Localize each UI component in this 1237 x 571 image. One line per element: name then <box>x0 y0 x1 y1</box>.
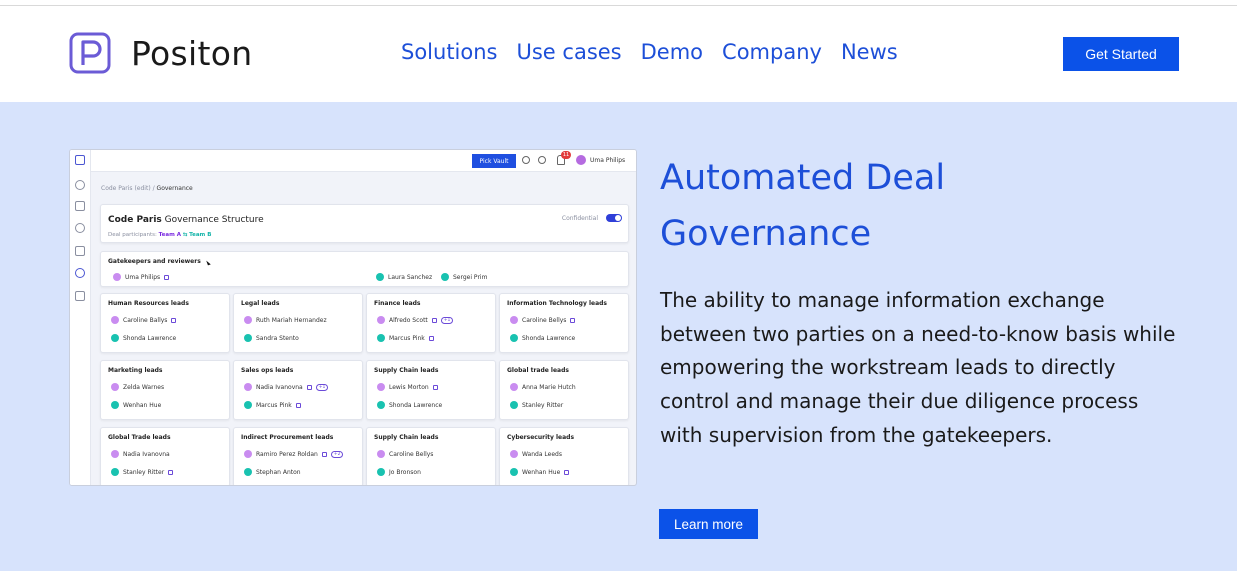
user-name: Uma Philips <box>590 157 626 164</box>
avatar <box>576 155 586 165</box>
list-item: Shonda Lawrence <box>111 334 176 342</box>
list-item: Marcus Pink <box>377 334 434 342</box>
list-item: Anna Marie Hutch <box>510 383 576 391</box>
lead-group-title: Global Trade leads <box>108 434 171 441</box>
confidential-label: Confidential <box>561 215 598 222</box>
participants: Deal participants: Team A ⇆ Team B <box>108 232 212 238</box>
confidential-toggle <box>606 214 622 222</box>
brand-name[interactable]: Positon <box>131 34 252 73</box>
shield-icon <box>75 223 85 233</box>
breadcrumb-current: Governance <box>156 185 193 192</box>
hero-description: The ability to manage information exchan… <box>660 288 1176 447</box>
lead-group-title: Cybersecurity leads <box>507 434 575 441</box>
lead-group-card: Marketing leads Zelda Warnes Wenhan Hue <box>100 360 230 420</box>
hero-title-line2: Governance <box>660 214 872 254</box>
list-item: Ramiro Perez Roldan +2 <box>244 450 344 458</box>
site-header: Positon Solutions Use cases Demo Company… <box>0 6 1237 102</box>
lead-group-title: Marketing leads <box>108 367 163 374</box>
list-item: Zelda Warnes <box>111 383 164 391</box>
app-logo-icon <box>75 155 85 165</box>
positon-logo-icon[interactable] <box>69 32 111 74</box>
lead-group-card: Cybersecurity leads Wanda Leeds Wenhan Hue <box>499 427 629 485</box>
main-nav: Solutions Use cases Demo Company News <box>401 40 917 64</box>
hero-title-line1: Automated Deal <box>660 158 946 198</box>
lead-group-title: Sales ops leads <box>241 367 294 374</box>
lead-group-title: Legal leads <box>241 300 280 307</box>
breadcrumb-separator: / <box>152 185 155 192</box>
lead-group-card: Supply Chain leads Lewis Morton Shonda Law… <box>366 360 496 420</box>
search-icon <box>522 156 530 164</box>
lead-group-card: Information Technology leads Caroline Bel… <box>499 293 629 353</box>
list-item: Ruth Mariah Hernandez <box>244 316 327 324</box>
pick-vault-button: Pick Vault <box>472 154 516 168</box>
documents-icon <box>75 201 85 211</box>
lead-group-title: Global trade leads <box>507 367 569 374</box>
list-item: Wenhan Hue <box>510 468 570 476</box>
list-item: Uma Philips <box>113 273 170 281</box>
hero-title: Automated Deal Governance <box>660 150 1180 262</box>
list-item: Lewis Morton <box>377 383 438 391</box>
nav-solutions[interactable]: Solutions <box>401 40 498 64</box>
list-item: Caroline Bellys <box>510 316 576 324</box>
list-item: Sandra Stento <box>244 334 299 342</box>
lead-group-title: Indirect Procurement leads <box>241 434 334 441</box>
list-item: Sergei Prim <box>441 273 487 281</box>
list-item: Nadia Ivanovna <box>111 450 170 458</box>
learn-more-button[interactable]: Learn more <box>659 509 758 539</box>
hero-section: Pick Vault 11 Uma Philips Code Paris (ed… <box>0 102 1237 571</box>
calendar-icon <box>75 246 85 256</box>
lead-group-card: Finance leads Alfredo Scott +1 Marcus Pink <box>366 293 496 353</box>
get-started-button[interactable]: Get Started <box>1063 37 1179 71</box>
list-item: Jo Bronson <box>377 468 421 476</box>
lead-group-card: Supply Chain leads Caroline Bellys Jo Bron… <box>366 427 496 485</box>
list-item: Caroline Ballys <box>111 316 177 324</box>
app-sidebar <box>70 150 91 485</box>
list-item: Wanda Leeds <box>510 450 562 458</box>
list-item: Caroline Bellys <box>377 450 433 458</box>
lead-group-card: Global trade leads Anna Marie Hutch Stanle… <box>499 360 629 420</box>
nav-news[interactable]: News <box>841 40 898 64</box>
people-icon <box>75 268 85 278</box>
lead-group-card: Sales ops leads Nadia Ivanovna +1 Marcus Pi… <box>233 360 363 420</box>
list-item: Marcus Pink <box>244 401 301 409</box>
gatekeepers-card: Gatekeepers and reviewers Uma Philips La… <box>100 251 629 287</box>
list-item: Shonda Lawrence <box>377 401 442 409</box>
breadcrumb: Code Paris (edit) / Governance <box>101 185 193 192</box>
nav-use-cases[interactable]: Use cases <box>517 40 622 64</box>
notification-badge: 11 <box>561 151 571 159</box>
lead-group-card: Human Resources leads Caroline Ballys Shon… <box>100 293 230 353</box>
breadcrumb-parent: Code Paris (edit) <box>101 185 151 192</box>
nav-company[interactable]: Company <box>722 40 822 64</box>
lead-group-title: Supply Chain leads <box>374 367 439 374</box>
list-item: Stanley Ritter <box>111 468 174 476</box>
list-item: Laura Sanchez <box>376 273 432 281</box>
lead-group-card: Legal leads Ruth Mariah Hernandez Sandra S… <box>233 293 363 353</box>
lead-group-title: Supply Chain leads <box>374 434 439 441</box>
list-item: Shonda Lawrence <box>510 334 575 342</box>
gatekeepers-title: Gatekeepers and reviewers <box>108 258 201 265</box>
list-item: Wenhan Hue <box>111 401 161 409</box>
product-screenshot: Pick Vault 11 Uma Philips Code Paris (ed… <box>69 149 637 486</box>
list-item: Nadia Ivanovna +1 <box>244 383 329 391</box>
nav-demo[interactable]: Demo <box>641 40 703 64</box>
lead-group-title: Information Technology leads <box>507 300 608 307</box>
list-item: Stanley Ritter <box>510 401 563 409</box>
lead-group-card: Indirect Procurement leads Ramiro Perez R… <box>233 427 363 485</box>
help-icon <box>538 156 546 164</box>
list-item: Alfredo Scott +1 <box>377 316 454 324</box>
lead-group-title: Finance leads <box>374 300 421 307</box>
lead-group-card: Global Trade leads Nadia Ivanovna Stanley … <box>100 427 230 485</box>
app-topbar: Pick Vault 11 Uma Philips <box>70 150 636 172</box>
lead-group-title: Human Resources leads <box>108 300 189 307</box>
report-icon <box>75 291 85 301</box>
structure-title: Code Paris Governance Structure <box>108 215 264 225</box>
structure-card: Code Paris Governance Structure Deal par… <box>100 204 629 243</box>
list-item: Stephan Anton <box>244 468 301 476</box>
dashboard-icon <box>75 180 85 190</box>
